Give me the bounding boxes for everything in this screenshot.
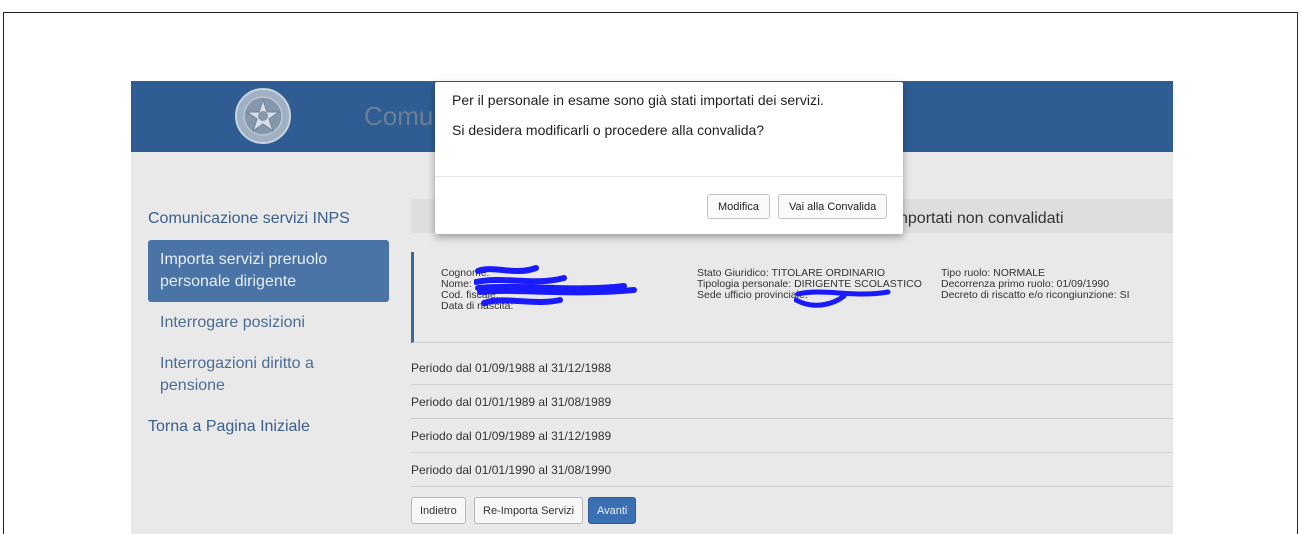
sidebar-item-home[interactable]: Torna a Pagina Iniziale <box>148 418 310 436</box>
sidebar-item-interrogazioni-pensione[interactable]: Interrogazioni diritto a pensione <box>148 353 389 397</box>
redemption-decree: Decreto di riscatto e/o ricongiunzione: … <box>941 289 1130 301</box>
italian-republic-emblem-icon <box>235 88 291 144</box>
sidebar-item-label: personale dirigente <box>160 273 297 290</box>
reimport-button[interactable]: Re-Importa Servizi <box>474 497 584 524</box>
sidebar-item-interrogare-posizioni[interactable]: Interrogare posizioni <box>148 312 389 334</box>
period-row[interactable]: Periodo dal 01/09/1988 al 31/12/1988 <box>411 352 1173 385</box>
confirmation-modal: Per il personale in esame sono già stati… <box>435 82 903 234</box>
modify-button[interactable]: Modifica <box>707 194 770 219</box>
modal-message-line1: Per il personale in esame sono già stati… <box>452 92 824 108</box>
employee-info-panel: Cognome: Nome: Cod. fiscale: Data di nas… <box>411 252 1173 343</box>
next-button[interactable]: Avanti <box>588 497 637 524</box>
period-row[interactable]: Periodo dal 01/01/1990 al 31/08/1990 <box>411 454 1173 487</box>
go-to-validation-button[interactable]: Vai alla Convalida <box>778 194 888 219</box>
period-row[interactable]: Periodo dal 01/01/1989 al 31/08/1989 <box>411 386 1173 419</box>
redaction-scribble <box>474 265 637 306</box>
section-title: nportati non convalidati <box>899 210 1064 227</box>
redaction-scribble <box>794 289 891 308</box>
sidebar-item-label: Interrogazioni diritto a <box>160 355 314 372</box>
employee-role-data: Tipo ruolo: NORMALE Decorrenza primo ruo… <box>941 268 1130 301</box>
sidebar-title[interactable]: Comunicazione servizi INPS <box>148 210 350 228</box>
back-button[interactable]: Indietro <box>411 497 466 524</box>
sidebar-item-label: pensione <box>160 377 225 394</box>
period-row[interactable]: Periodo dal 01/09/1989 al 31/12/1989 <box>411 420 1173 453</box>
sidebar-item-label: Importa servizi preruolo <box>160 251 328 268</box>
sidebar-item-importa-servizi[interactable]: Importa servizi preruolo personale dirig… <box>148 240 389 302</box>
modal-message-line2: Si desidera modificarli o procedere alla… <box>452 122 765 138</box>
sidebar-item-label: Interrogare posizioni <box>160 314 305 331</box>
modal-divider <box>435 176 903 177</box>
